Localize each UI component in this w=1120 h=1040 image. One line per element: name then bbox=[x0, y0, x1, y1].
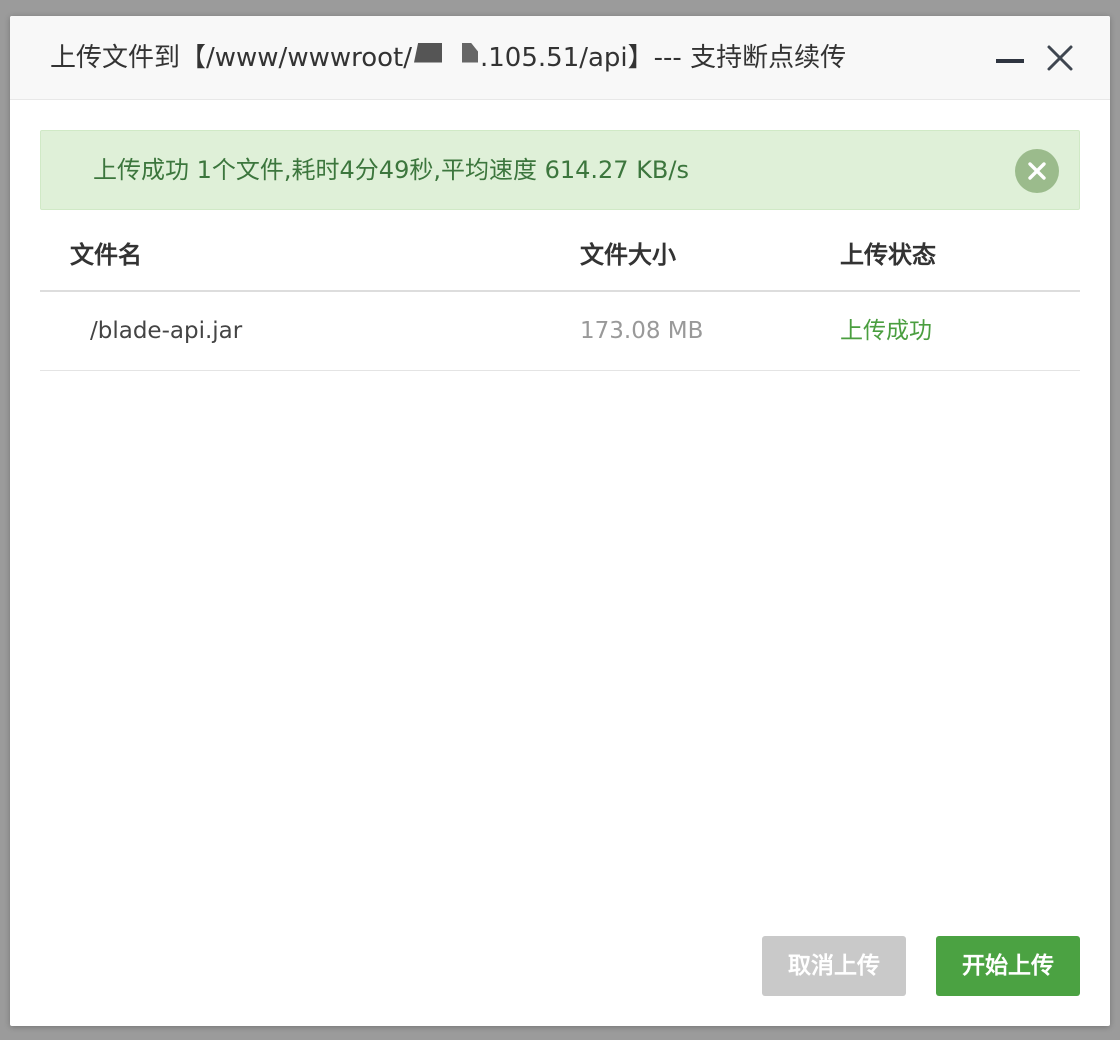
redacted-ip-mark bbox=[412, 42, 480, 69]
close-icon bbox=[1047, 45, 1073, 71]
header-file-size: 文件大小 bbox=[580, 241, 676, 269]
start-upload-button[interactable]: 开始上传 bbox=[936, 936, 1080, 996]
circle-close-icon bbox=[1028, 162, 1046, 180]
table-header: 文件名 文件大小 上传状态 bbox=[40, 216, 1080, 292]
close-button[interactable] bbox=[1044, 42, 1076, 74]
file-name-cell: /blade-api.jar bbox=[90, 318, 243, 344]
dialog-title-prefix: 上传文件到【/www/wwwroot/ bbox=[50, 43, 412, 73]
header-upload-status: 上传状态 bbox=[840, 241, 936, 269]
success-alert: 上传成功 1个文件,耗时4分49秒,平均速度 614.27 KB/s bbox=[40, 130, 1080, 210]
header-file-name: 文件名 bbox=[70, 241, 142, 269]
minimize-icon bbox=[996, 59, 1024, 63]
table-row: /blade-api.jar 173.08 MB 上传成功 bbox=[40, 292, 1080, 371]
minimize-button[interactable] bbox=[992, 44, 1028, 74]
cancel-upload-button[interactable]: 取消上传 bbox=[762, 936, 906, 996]
upload-dialog: 上传文件到【/www/wwwroot/ .105.51/api】--- 支持断点续… bbox=[10, 16, 1110, 1026]
dialog-titlebar: 上传文件到【/www/wwwroot/ .105.51/api】--- 支持断点续… bbox=[10, 16, 1110, 100]
file-size-cell: 173.08 MB bbox=[580, 318, 704, 344]
dialog-title-suffix: .105.51/api】--- 支持断点续传 bbox=[480, 43, 847, 73]
alert-message: 上传成功 1个文件,耗时4分49秒,平均速度 614.27 KB/s bbox=[93, 156, 689, 184]
upload-file-table: 文件名 文件大小 上传状态 /blade-api.jar 173.08 MB 上… bbox=[40, 216, 1080, 371]
upload-status-cell: 上传成功 bbox=[840, 318, 932, 344]
dialog-title: 上传文件到【/www/wwwroot/ .105.51/api】--- 支持断点续… bbox=[50, 40, 846, 76]
alert-close-button[interactable] bbox=[1015, 149, 1059, 193]
